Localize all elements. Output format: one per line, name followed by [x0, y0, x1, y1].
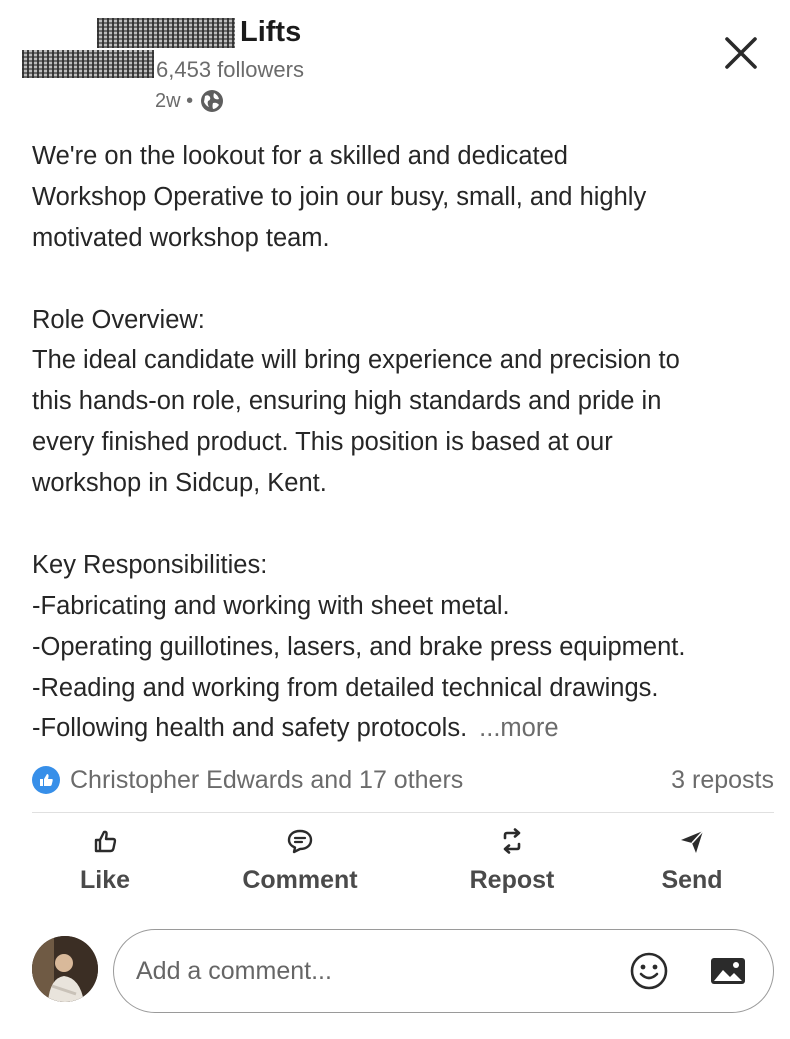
- company-name[interactable]: Lifts: [240, 16, 301, 49]
- repost-button[interactable]: Repost: [460, 826, 564, 895]
- thumbs-up-icon: [94, 830, 117, 853]
- post-line: Workshop Operative to join our busy, sma…: [32, 182, 647, 211]
- post-line-text: -Following health and safety protocols.: [32, 714, 468, 743]
- reactions-label: Christopher Edwards and 17 others: [70, 765, 464, 794]
- comment-button[interactable]: Comment: [230, 826, 370, 895]
- social-counts: Christopher Edwards and 17 others 3 repo…: [32, 760, 774, 800]
- divider: [32, 812, 774, 813]
- post-line: -Reading and working from detailed techn…: [32, 673, 659, 702]
- see-more-link[interactable]: ...more: [479, 714, 558, 742]
- follower-count: 6,453 followers: [156, 57, 304, 82]
- redacted-company-name: [22, 50, 154, 78]
- post-line: -Operating guillotines, lasers, and brak…: [32, 632, 686, 661]
- post-header: Lifts 6,453 followers 2w •: [0, 0, 790, 130]
- globe-icon: [201, 90, 224, 112]
- post-line: The ideal candidate will bring experienc…: [32, 346, 680, 375]
- send-button[interactable]: Send: [652, 826, 732, 895]
- post-line-last: -Following health and safety protocols..…: [32, 708, 772, 749]
- send-icon: [681, 830, 704, 853]
- post-line: -Fabricating and working with sheet meta…: [32, 591, 510, 620]
- post-body: We're on the lookout for a skilled and d…: [32, 136, 772, 749]
- comment-box[interactable]: [113, 929, 774, 1013]
- reposts-count[interactable]: 3 reposts: [671, 766, 774, 795]
- like-reaction-icon: [32, 766, 60, 794]
- repost-icon: [503, 828, 521, 854]
- post-line: every finished product. This position is…: [32, 428, 613, 457]
- emoji-icon[interactable]: [628, 950, 670, 992]
- comment-input[interactable]: [136, 956, 606, 986]
- close-button[interactable]: [718, 30, 764, 76]
- repost-label: Repost: [469, 866, 555, 894]
- post-line: motivated workshop team.: [32, 223, 330, 252]
- post-meta: 2w •: [155, 88, 225, 114]
- comment-icon: [287, 829, 313, 854]
- post-line-blank: [32, 259, 772, 300]
- like-button[interactable]: Like: [74, 826, 136, 895]
- redacted-company-logo: [97, 18, 235, 48]
- post-line: Key Responsibilities:: [32, 550, 268, 579]
- image-icon[interactable]: [708, 951, 748, 991]
- post-age: 2w •: [155, 89, 194, 112]
- like-label: Like: [79, 866, 131, 894]
- close-icon: [725, 37, 757, 69]
- comment-label: Comment: [242, 866, 358, 894]
- reactions-summary[interactable]: Christopher Edwards and 17 others: [32, 766, 463, 795]
- avatar[interactable]: [32, 936, 98, 1002]
- send-label: Send: [661, 866, 723, 894]
- action-bar: Like Comment Repost Send: [0, 826, 790, 906]
- post-line: this hands-on role, ensuring high standa…: [32, 387, 662, 416]
- post-line: workshop in Sidcup, Kent.: [32, 469, 327, 498]
- post-line: We're on the lookout for a skilled and d…: [32, 142, 568, 170]
- user-photo: [32, 936, 98, 1002]
- post-line-blank: [32, 504, 772, 545]
- post-line: Role Overview:: [32, 305, 205, 334]
